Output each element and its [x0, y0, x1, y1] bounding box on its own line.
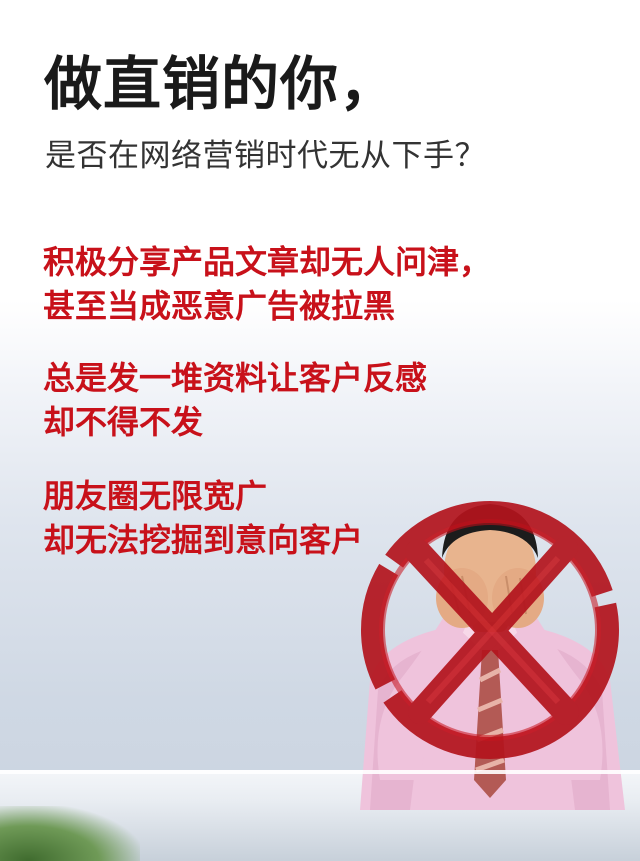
pain-point-2: 总是发一堆资料让客户反感 却不得不发	[43, 356, 427, 444]
pain-point-3-line-2: 却无法挖掘到意向客户	[43, 521, 364, 559]
pain-point-1-line-1: 积极分享产品文章却无人问津，	[43, 243, 492, 281]
pain-point-1: 积极分享产品文章却无人问津， 甚至当成恶意广告被拉黑	[43, 240, 491, 328]
pain-point-3-line-1: 朋友圈无限宽广	[43, 477, 268, 515]
subheadline: 是否在网络营销时代无从下手？	[45, 138, 486, 174]
frustrated-businessman-illustration	[360, 501, 625, 810]
desk-edge	[0, 770, 640, 774]
plant-blur	[0, 806, 140, 861]
pain-point-3: 朋友圈无限宽广 却无法挖掘到意向客户	[43, 474, 363, 562]
pain-point-2-line-1: 总是发一堆资料让客户反感	[43, 359, 428, 397]
poster: 做直销的你， 是否在网络营销时代无从下手？ 积极分享产品文章却无人问津， 甚至当…	[0, 0, 640, 861]
pain-point-2-line-2: 却不得不发	[43, 403, 204, 441]
headline: 做直销的你，	[44, 50, 399, 118]
pain-point-1-line-2: 甚至当成恶意广告被拉黑	[43, 287, 396, 325]
